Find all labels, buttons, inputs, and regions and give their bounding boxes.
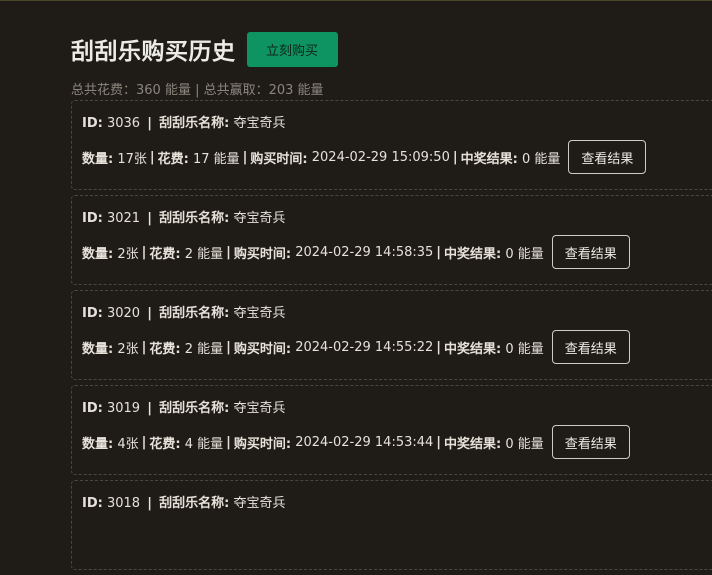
purchase-history-page: 刮刮乐购买历史 立刻购买 总共花费：360 能量 | 总共赢取：203 能量 I… xyxy=(71,31,712,575)
separator: | xyxy=(452,149,458,165)
record-result: 0 能量 xyxy=(505,341,544,357)
result-label: 中奖结果: xyxy=(444,246,502,262)
time-label: 购买时间: xyxy=(233,436,292,452)
name-label: 刮刮乐名称: xyxy=(159,116,230,131)
qty-label: 数量: xyxy=(82,151,114,167)
qty-label: 数量: xyxy=(82,436,114,452)
record-time: 2024-02-29 14:53:44 xyxy=(295,434,434,450)
record-name: 夺宝奇兵 xyxy=(233,116,286,131)
separator: | xyxy=(141,339,147,355)
top-border xyxy=(0,0,712,1)
record-id: 3036 xyxy=(106,116,141,131)
separator: | xyxy=(436,434,442,450)
view-result-button[interactable]: 查看结果 xyxy=(551,330,630,364)
record-list: ID: 3036 | 刮刮乐名称: 夺宝奇兵 数量: 17张 | 花费: 17 … xyxy=(71,100,712,570)
separator: | xyxy=(436,339,442,355)
separator: | xyxy=(147,306,152,321)
record-card: ID: 3036 | 刮刮乐名称: 夺宝奇兵 数量: 17张 | 花费: 17 … xyxy=(71,100,712,190)
separator: | xyxy=(242,149,248,165)
result-label: 中奖结果: xyxy=(444,341,502,357)
record-id: 3019 xyxy=(106,401,141,416)
page-header: 刮刮乐购买历史 立刻购买 xyxy=(71,31,712,67)
record-card: ID: 3019 | 刮刮乐名称: 夺宝奇兵 数量: 4张 | 花费: 4 能量… xyxy=(71,385,712,475)
view-result-button[interactable]: 查看结果 xyxy=(568,140,647,174)
name-label: 刮刮乐名称: xyxy=(159,401,230,416)
record-cost: 4 能量 xyxy=(184,436,224,452)
page-title: 刮刮乐购买历史 xyxy=(71,39,236,65)
id-label: ID: xyxy=(82,401,103,416)
separator: | xyxy=(226,339,231,355)
record-name: 夺宝奇兵 xyxy=(233,306,286,321)
buy-now-button[interactable]: 立刻购买 xyxy=(246,31,338,67)
id-label: ID: xyxy=(82,306,103,321)
record-card: ID: 3020 | 刮刮乐名称: 夺宝奇兵 数量: 2张 | 花费: 2 能量… xyxy=(71,290,712,380)
record-name: 夺宝奇兵 xyxy=(233,496,286,511)
record-cost: 2 能量 xyxy=(184,341,224,357)
id-label: ID: xyxy=(82,211,103,226)
separator: | xyxy=(147,496,152,511)
record-card: ID: 3018 | 刮刮乐名称: 夺宝奇兵 xyxy=(71,480,712,570)
view-result-button[interactable]: 查看结果 xyxy=(551,235,630,269)
separator: | xyxy=(147,401,152,416)
record-cost: 2 能量 xyxy=(184,246,224,262)
record-id: 3020 xyxy=(106,306,141,321)
spending-summary: 总共花费：360 能量 | 总共赢取：203 能量 xyxy=(71,83,324,98)
name-label: 刮刮乐名称: xyxy=(159,306,230,321)
record-result: 0 能量 xyxy=(505,436,544,452)
separator: | xyxy=(226,434,231,450)
cost-label: 花费: xyxy=(149,341,181,357)
cost-label: 花费: xyxy=(149,246,181,262)
separator: | xyxy=(149,149,155,165)
record-cost: 17 能量 xyxy=(192,151,240,167)
separator: | xyxy=(141,434,147,450)
record-time: 2024-02-29 15:09:50 xyxy=(311,149,450,165)
id-label: ID: xyxy=(82,116,103,131)
record-result: 0 能量 xyxy=(505,246,544,262)
view-result-button[interactable]: 查看结果 xyxy=(551,425,630,459)
time-label: 购买时间: xyxy=(250,151,308,167)
separator: | xyxy=(147,211,152,226)
qty-label: 数量: xyxy=(82,246,114,262)
separator: | xyxy=(436,244,442,260)
record-name: 夺宝奇兵 xyxy=(233,401,286,416)
separator: | xyxy=(141,244,147,260)
record-time: 2024-02-29 14:58:35 xyxy=(295,244,434,260)
record-qty: 2张 xyxy=(117,246,139,262)
record-id: 3021 xyxy=(106,211,141,226)
record-qty: 4张 xyxy=(117,436,139,452)
record-qty: 17张 xyxy=(117,151,147,167)
time-label: 购买时间: xyxy=(233,246,292,262)
separator: | xyxy=(147,116,152,131)
separator: | xyxy=(226,244,231,260)
cost-label: 花费: xyxy=(149,436,181,452)
result-label: 中奖结果: xyxy=(460,151,518,167)
cost-label: 花费: xyxy=(157,151,189,167)
time-label: 购买时间: xyxy=(233,341,292,357)
name-label: 刮刮乐名称: xyxy=(159,496,230,511)
record-result: 0 能量 xyxy=(521,151,561,167)
name-label: 刮刮乐名称: xyxy=(159,211,230,226)
record-time: 2024-02-29 14:55:22 xyxy=(295,339,434,355)
record-name: 夺宝奇兵 xyxy=(233,211,286,226)
result-label: 中奖结果: xyxy=(444,436,502,452)
record-card: ID: 3021 | 刮刮乐名称: 夺宝奇兵 数量: 2张 | 花费: 2 能量… xyxy=(71,195,712,285)
record-id: 3018 xyxy=(106,496,141,511)
qty-label: 数量: xyxy=(82,341,114,357)
id-label: ID: xyxy=(82,496,103,511)
record-qty: 2张 xyxy=(117,341,139,357)
